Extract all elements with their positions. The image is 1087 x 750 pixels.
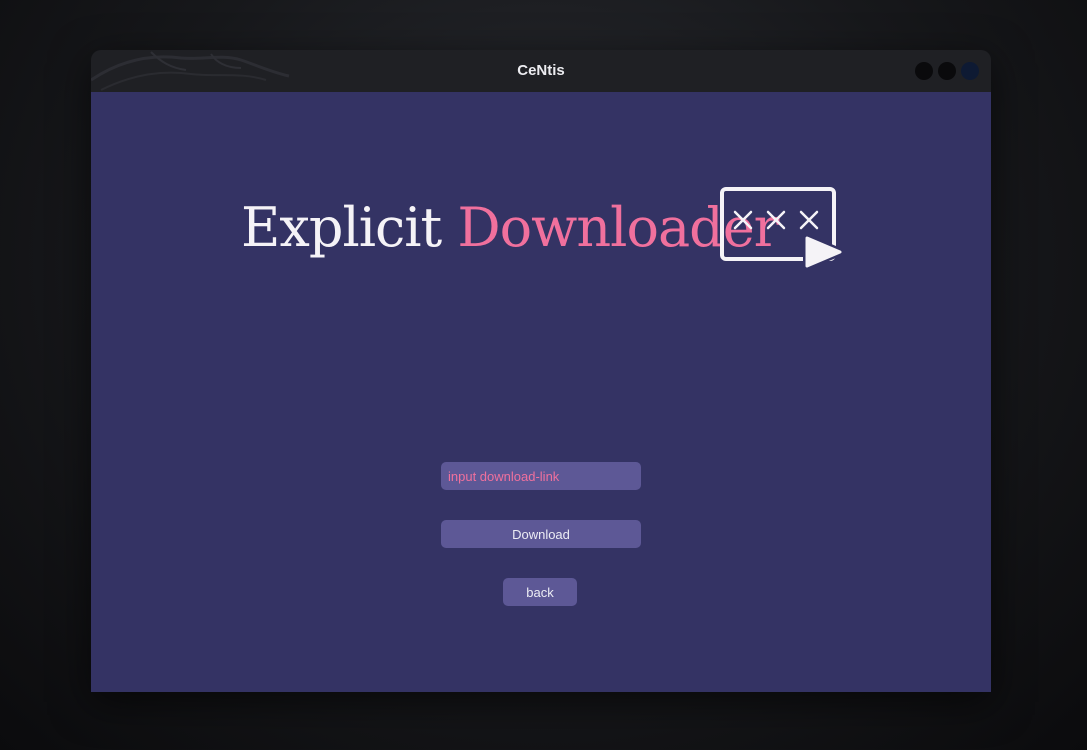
logo-word-explicit: Explicit (241, 196, 442, 259)
explicit-video-icon (720, 187, 843, 270)
minimize-button[interactable] (915, 62, 933, 80)
app-logo: Explicit Downloader (241, 186, 851, 326)
logo-text: Explicit Downloader (241, 192, 780, 264)
close-button[interactable] (961, 62, 979, 80)
download-link-input[interactable] (441, 462, 641, 490)
maximize-button[interactable] (938, 62, 956, 80)
download-button[interactable]: Download (441, 520, 641, 548)
window-controls (915, 62, 979, 80)
back-button[interactable]: back (503, 578, 577, 606)
title-bar[interactable]: CeNtis (91, 50, 991, 93)
main-content: Explicit Downloader Download back (91, 92, 991, 692)
window-title: CeNtis (517, 62, 565, 79)
app-window: CeNtis Explicit Downloader input downloa… (91, 50, 991, 692)
